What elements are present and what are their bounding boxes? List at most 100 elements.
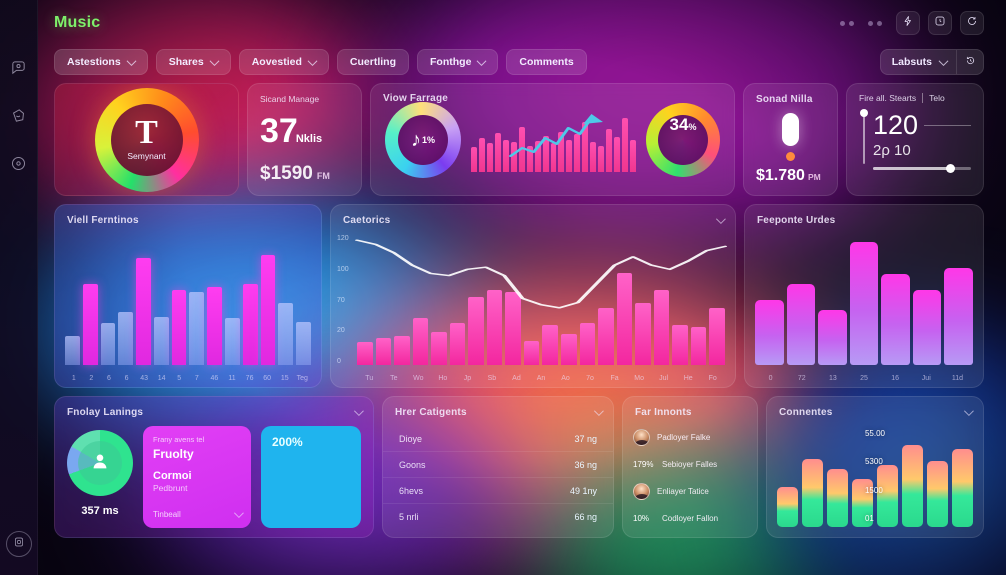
y-tick: 20 [337, 327, 345, 335]
slider-big-value: 120 [873, 110, 919, 140]
panel-connentes[interactable]: Connentes 55.00 5300 1500 01 [766, 396, 984, 538]
chart-panel-viell-ferntinos[interactable]: Viell Ferntinos 1 2 6 6 43 14 5 7 46 11 76 60 15 Teg [54, 204, 322, 388]
filter-label: Shares [168, 56, 204, 68]
chevron-down-icon[interactable] [233, 508, 244, 519]
x-tick: 6 [106, 375, 111, 382]
panel-title: Fnolay Lanings [67, 407, 144, 418]
table-row[interactable]: 5 nrli 66 ng [383, 504, 613, 530]
chevron-down-icon [209, 55, 220, 66]
y-tick: 100 [337, 265, 349, 273]
table-row[interactable]: Dioye 37 ng [383, 426, 613, 452]
kpi-label: Sicand Manage [260, 94, 320, 104]
filter-pill-shares[interactable]: Shares [155, 49, 231, 75]
chart-plot [755, 235, 974, 365]
chart-bar [849, 241, 879, 365]
sidebar-item-chat[interactable] [7, 58, 31, 82]
chart-panel-feeponte-urdes[interactable]: Feeponte Urdes 0 72 13 25 16 Jui 11d [744, 204, 984, 388]
x-tick: 0 [768, 375, 773, 382]
slider-sub-value: 2ρ 10 [873, 142, 911, 159]
topbar-actions [840, 11, 984, 35]
chart-bar [242, 284, 258, 365]
refresh-icon [966, 14, 978, 32]
note-ring: ♪ 1% [385, 101, 461, 178]
slider-fill [873, 167, 950, 170]
chart-bar [207, 287, 223, 365]
app-title: Music [54, 14, 101, 31]
chart-title: Feeponte Urdes [757, 215, 836, 226]
chart-bar [818, 310, 847, 365]
row-label: Padloyer Falke [657, 433, 711, 442]
filter-pill-comments[interactable]: Comments [506, 49, 587, 75]
chevron-down-icon[interactable] [593, 406, 604, 417]
list-item[interactable]: Padloyer Falke [623, 424, 757, 451]
x-tick: He [683, 375, 693, 382]
chart-bar [912, 289, 942, 365]
list-item[interactable]: 179% Sebioyer Falles [623, 451, 757, 478]
kpi-card-pill[interactable]: Sonad Nilla $1.780 PM [743, 83, 838, 196]
labels-dropdown[interactable]: Labsuts [879, 49, 984, 75]
chart-bar [225, 318, 240, 365]
chart-bar [260, 254, 276, 365]
x-tick: 7o [586, 375, 594, 382]
vertical-slider[interactable] [860, 109, 868, 164]
panel-far-innonts[interactable]: Far Innonts Padloyer Falke 179% Sebioyer F… [622, 396, 758, 538]
kpi-money-unit: FM [316, 171, 330, 181]
chart-bar [296, 322, 311, 365]
chart-bar [802, 459, 823, 527]
note-ring-pct: 1% [421, 134, 435, 145]
chevron-down-icon [476, 55, 487, 66]
panel-hrer-catigents[interactable]: Hrer Catigents Dioye 37 ng Goons 36 ng 6hevs… [382, 396, 614, 538]
chart-panel-caetorics[interactable]: Caetorics 120 100 70 20 0 Tu Te Wo Ho Jp Sb Ad An Ao… [330, 204, 736, 388]
table-row[interactable]: Goons 36 ng [383, 452, 613, 478]
x-tick: Ho [438, 375, 448, 382]
filter-pill-aovestied[interactable]: Aovestied [238, 49, 329, 75]
chart-bar [786, 284, 816, 365]
history-button[interactable] [957, 53, 983, 71]
chevron-down-icon[interactable] [963, 406, 974, 417]
filter-pill-fonthge[interactable]: Fonthge [417, 49, 499, 75]
magenta-sub: Pedbrunt [153, 483, 188, 493]
sidebar-item-disc[interactable] [7, 154, 31, 178]
horizontal-slider-knob[interactable] [945, 164, 955, 173]
user-icon [89, 450, 111, 477]
chart-x-axis: 1 2 6 6 43 14 5 7 46 11 76 60 15 Teg [65, 375, 311, 382]
sidebar-item-sticker[interactable] [7, 106, 31, 130]
blue-card[interactable]: 200% [261, 426, 361, 528]
horizontal-slider[interactable] [873, 164, 971, 173]
x-tick: 7 [194, 375, 199, 382]
list-item[interactable]: 10% Codloyer Fallon [623, 505, 757, 532]
chevron-down-icon [307, 55, 318, 66]
chart-bar [827, 469, 848, 527]
chart-title: Caetorics [343, 215, 391, 226]
clock-button[interactable] [928, 11, 952, 35]
capsule-indicator [782, 113, 799, 146]
chart-bar [153, 316, 169, 365]
table-row[interactable]: 6hevs 49 1ny [383, 478, 613, 504]
kpi-value-wrap: 37 Nklis [260, 114, 349, 148]
chart-x-axis: Tu Te Wo Ho Jp Sb Ad An Ao 7o Fa Mo Jul He Fo [357, 375, 725, 382]
chart-bar [902, 445, 923, 527]
x-tick: 15 [280, 375, 289, 382]
sparkline-trend [508, 113, 603, 157]
sidebar-item-device[interactable] [5, 531, 32, 557]
kpi-card-wide[interactable]: Viow Farrage ♪ 1% 34% [370, 83, 735, 196]
y-tick: 5300 [864, 457, 883, 467]
kpi-card-number[interactable]: Sicand Manage 37 Nklis $1590 FM [247, 83, 362, 196]
filter-pill-cuertling[interactable]: Cuertling [336, 49, 409, 75]
bolt-button[interactable] [896, 11, 920, 35]
kpi-card-ring[interactable]: T Semynant [54, 83, 239, 196]
x-tick: 25 [860, 375, 868, 382]
vertical-slider-knob[interactable] [860, 109, 868, 117]
chart-plot [65, 235, 311, 365]
chevron-down-icon[interactable] [353, 406, 364, 417]
magenta-card[interactable]: Frany avens tel Fruolty Cormoi Pedbrunt … [143, 426, 251, 528]
filter-pill-astestions[interactable]: Astestions [54, 49, 148, 75]
row-label: Dioye [399, 433, 423, 444]
refresh-button[interactable] [960, 11, 984, 35]
kpi-card-slider[interactable]: Fire all. Stearts Telo 120 2ρ 10 [846, 83, 984, 196]
panel-fnolay-lanings[interactable]: Fnolay Lanings 357 ms Frany avens tel Fr… [54, 396, 374, 538]
innonts-list: Padloyer Falke 179% Sebioyer Falles Enliaye… [623, 424, 757, 532]
list-item[interactable]: Enliayer Tatice [623, 478, 757, 505]
chevron-down-icon[interactable] [715, 214, 726, 225]
x-tick: Jp [463, 375, 472, 382]
